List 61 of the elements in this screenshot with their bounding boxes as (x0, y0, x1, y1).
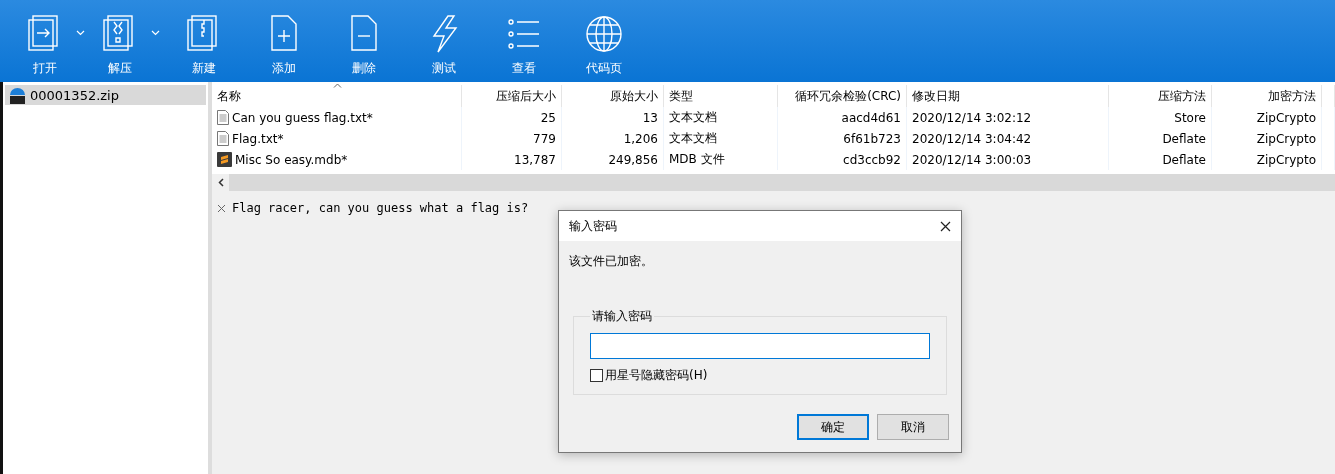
table-cell: 249,856 (562, 149, 664, 170)
archive-item[interactable]: 00001352.zip (5, 85, 206, 105)
column-header[interactable]: 类型 (664, 85, 778, 107)
column-header[interactable]: 原始大小 (562, 85, 664, 107)
caret-icon[interactable] (151, 30, 160, 36)
toolbar-button[interactable]: 代码页 (564, 0, 644, 82)
toolbar-button[interactable]: 新建 (164, 0, 244, 82)
column-header[interactable]: 修改日期 (907, 85, 1109, 107)
codepage-icon (584, 14, 624, 54)
table-cell: ZipCrypto (1212, 107, 1322, 128)
close-icon[interactable] (940, 220, 951, 232)
table-cell: 2020/12/14 3:04:42 (907, 128, 1109, 149)
table-cell: 文本文档 (664, 128, 778, 149)
column-header[interactable]: 循环冗余检验(CRC) (778, 85, 907, 107)
table-cell: ZipCrypto (1212, 149, 1322, 170)
table-cell: 6f61b723 (778, 128, 907, 149)
file-name[interactable]: Misc So easy.mdb* (235, 152, 348, 167)
comment-text: Flag racer, can you guess what a flag is? (232, 201, 529, 215)
dialog-button[interactable]: 取消 (877, 414, 949, 440)
column-header[interactable]: 名称 (212, 85, 462, 107)
dialog-button[interactable]: 确定 (797, 414, 869, 440)
archive-icon (9, 86, 26, 104)
file-name[interactable]: Can you guess flag.txt* (232, 110, 373, 125)
dialog-title: 输入密码 (569, 217, 617, 235)
caret-icon[interactable] (76, 30, 85, 36)
toolbar-button[interactable]: 打开 (14, 0, 76, 82)
horizontal-scrollbar[interactable] (212, 174, 1335, 191)
table-cell: 13 (562, 107, 664, 128)
toolbar-button[interactable]: 测试 (404, 0, 484, 82)
toolbar-button[interactable]: 解压 (89, 0, 151, 82)
table-cell: 2020/12/14 3:00:03 (907, 149, 1109, 170)
table-cell: MDB 文件 (664, 149, 778, 170)
dialog-message: 该文件已加密。 (569, 253, 654, 270)
password-field[interactable] (590, 333, 930, 359)
column-header[interactable]: 压缩方法 (1109, 85, 1212, 107)
group-label: 请输入密码 (591, 308, 653, 325)
scroll-left-icon[interactable] (217, 178, 224, 187)
document-icon (217, 131, 229, 146)
file-type-icon (217, 152, 232, 167)
table-cell: ZipCrypto (1212, 128, 1322, 149)
table-cell: 779 (462, 128, 562, 149)
table-cell: Store (1109, 107, 1212, 128)
checkbox[interactable] (590, 369, 603, 382)
document-icon (217, 110, 229, 125)
table-cell: Deflate (1109, 128, 1212, 149)
column-header[interactable]: 压缩后大小 (462, 85, 562, 107)
file-name[interactable]: Flag.txt* (232, 131, 284, 146)
toolbar-button[interactable]: 查看 (484, 0, 564, 82)
table-cell: 25 (462, 107, 562, 128)
column-header[interactable]: 加密方法 (1212, 85, 1322, 107)
table-cell: cd3ccb92 (778, 149, 907, 170)
checkbox-label[interactable]: 用星号隐藏密码(H) (605, 367, 708, 384)
sort-caret-icon (332, 83, 342, 88)
table-cell: Deflate (1109, 149, 1212, 170)
table-cell: aacd4d61 (778, 107, 907, 128)
table-cell: 1,206 (562, 128, 664, 149)
table-cell: 文本文档 (664, 107, 778, 128)
toolbar-button[interactable]: 添加 (244, 0, 324, 82)
table-cell: 13,787 (462, 149, 562, 170)
toolbar-button[interactable]: 删除 (324, 0, 404, 82)
table-cell: 2020/12/14 3:02:12 (907, 107, 1109, 128)
